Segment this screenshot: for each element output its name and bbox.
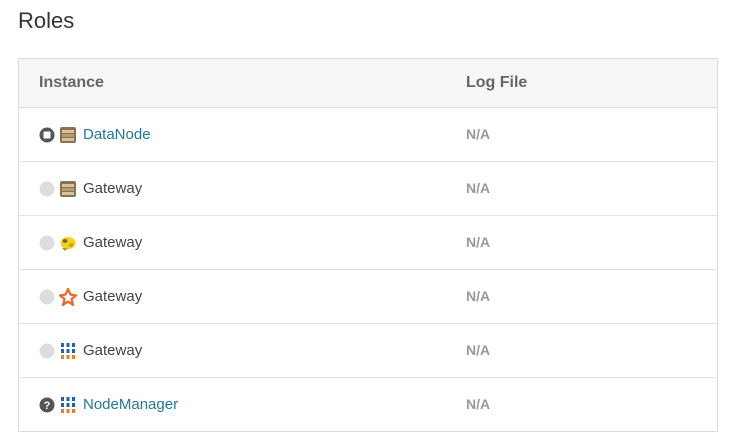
role-label-gateway: Gateway (83, 180, 143, 197)
none-status-icon (39, 343, 55, 359)
role-label-gateway: Gateway (83, 288, 143, 305)
log-file-value: N/A (466, 234, 491, 250)
log-file-value: N/A (466, 180, 491, 196)
stopped-status-icon (39, 127, 55, 143)
table-row: Gateway N/A (19, 270, 717, 324)
table-row: DataNode N/A (19, 108, 717, 162)
column-header-instance: Instance (39, 74, 104, 91)
roles-table: Instance Log File DataNode N/A Gateway N… (18, 58, 718, 432)
column-header-log-file: Log File (466, 74, 528, 91)
none-status-icon (39, 235, 55, 251)
hive-icon (59, 234, 77, 252)
role-link-nodemanager[interactable]: NodeManager (83, 396, 178, 413)
yarn-icon (59, 342, 77, 360)
log-file-value: N/A (466, 126, 491, 142)
svg-text:?: ? (44, 400, 51, 412)
none-status-icon (39, 181, 55, 197)
log-file-value: N/A (466, 396, 491, 412)
log-file-value: N/A (466, 288, 491, 304)
yarn-icon (59, 396, 77, 414)
hdfs-icon (59, 126, 77, 144)
table-header: Instance Log File (19, 59, 717, 108)
hdfs-icon (59, 180, 77, 198)
table-row: Gateway N/A (19, 216, 717, 270)
table-row: Gateway N/A (19, 162, 717, 216)
role-label-gateway: Gateway (83, 342, 143, 359)
log-file-value: N/A (466, 342, 491, 358)
unknown-status-icon: ? (39, 397, 55, 413)
page-title: Roles (18, 8, 75, 33)
none-status-icon (39, 289, 55, 305)
role-label-gateway: Gateway (83, 234, 143, 251)
table-row: Gateway N/A (19, 324, 717, 378)
table-row: ? NodeManager N/A (19, 378, 717, 431)
role-link-datanode[interactable]: DataNode (83, 126, 151, 143)
spark-icon (59, 287, 77, 306)
